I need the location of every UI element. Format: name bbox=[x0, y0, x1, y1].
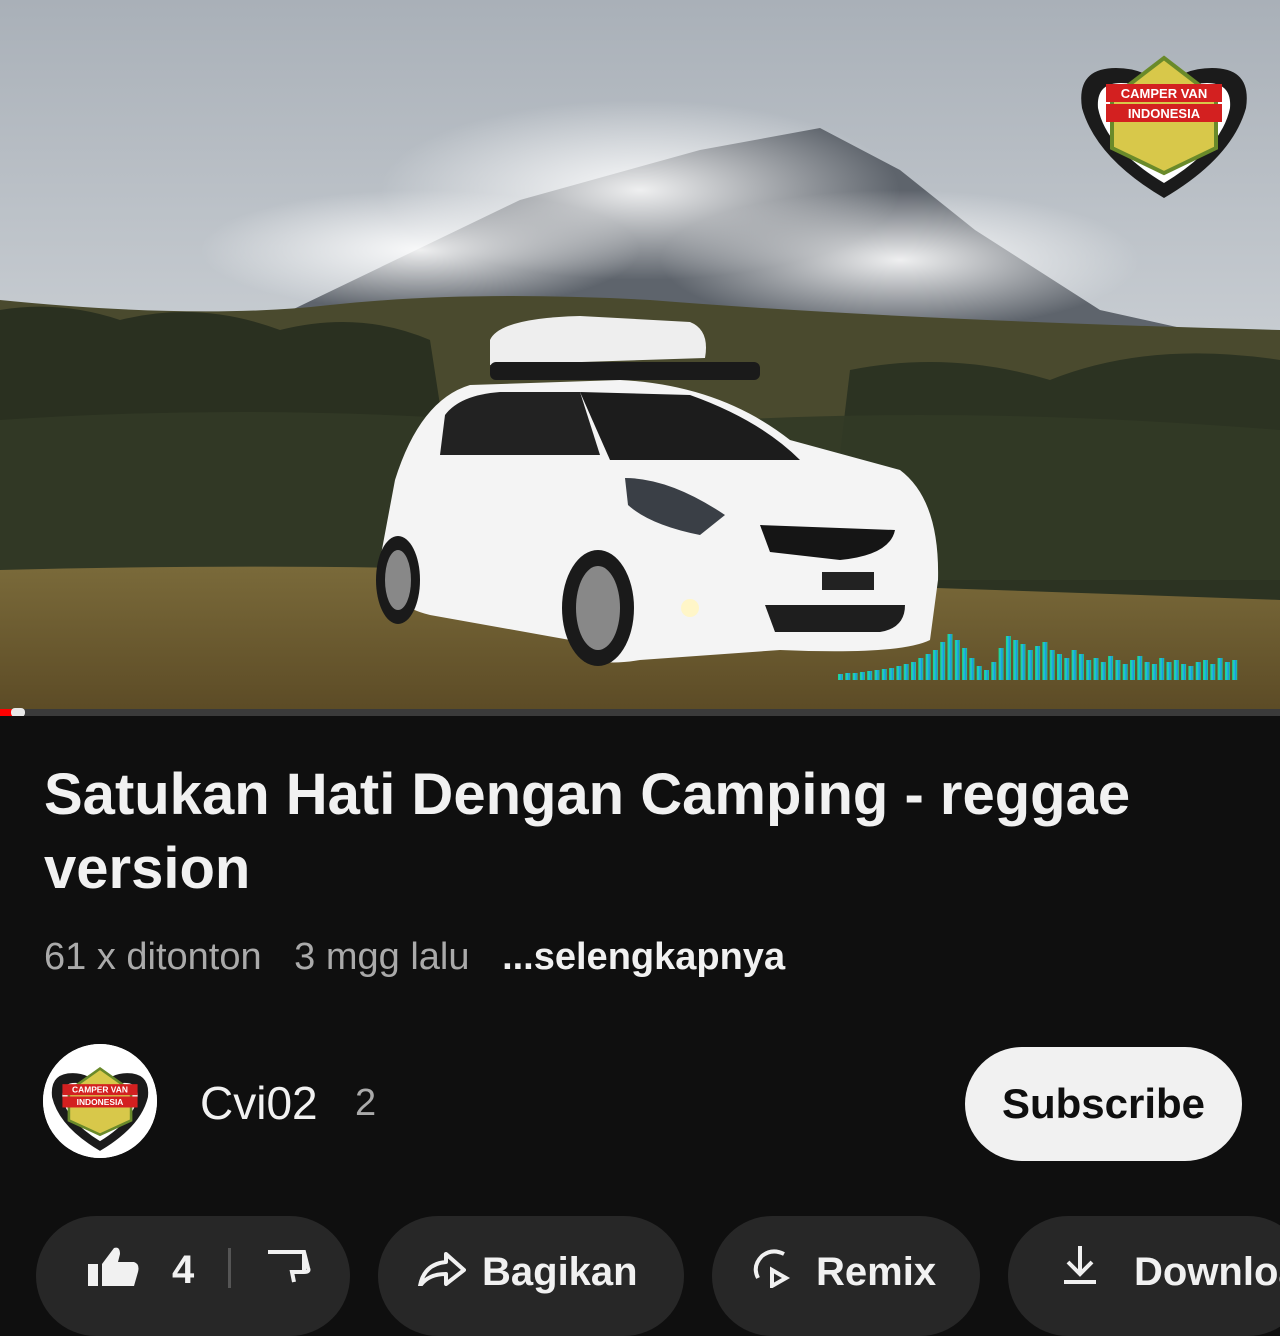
channel-watermark-logo: CAMPER VAN INDONESIA bbox=[1081, 55, 1247, 198]
video-player[interactable]: CAMPER VAN INDONESIA bbox=[0, 0, 1280, 716]
download-label: Download bbox=[1134, 1250, 1280, 1294]
visualizer-bar bbox=[976, 666, 982, 680]
svg-text:CAMPER VAN: CAMPER VAN bbox=[72, 1085, 128, 1095]
visualizer-bar bbox=[962, 648, 968, 680]
visualizer-bar bbox=[1224, 662, 1230, 680]
visualizer-bar bbox=[1115, 660, 1121, 680]
visualizer-bar bbox=[896, 666, 902, 680]
visualizer-bar bbox=[903, 664, 909, 680]
visualizer-bar bbox=[881, 669, 887, 680]
like-count: 4 bbox=[172, 1248, 195, 1292]
svg-text:CAMPER VAN: CAMPER VAN bbox=[1121, 86, 1207, 101]
visualizer-bar bbox=[1020, 644, 1026, 680]
visualizer-bar bbox=[1232, 660, 1238, 680]
visualizer-bar bbox=[984, 670, 989, 680]
visualizer-bar bbox=[1042, 642, 1048, 680]
visualizer-bar bbox=[932, 650, 938, 680]
visualizer-bar bbox=[1159, 658, 1165, 680]
video-title[interactable]: Satukan Hati Dengan Camping - reggae ver… bbox=[44, 758, 1224, 906]
download-icon bbox=[1064, 1246, 1096, 1284]
remix-label: Remix bbox=[816, 1250, 937, 1294]
visualizer-bar bbox=[1122, 664, 1128, 680]
visualizer-bar bbox=[1005, 636, 1011, 680]
visualizer-bar bbox=[1166, 662, 1172, 680]
upload-age: 3 mgg lalu bbox=[294, 936, 470, 978]
progress-bar[interactable] bbox=[0, 708, 1280, 716]
subscriber-count: 2 bbox=[355, 1082, 377, 1124]
visualizer-bar bbox=[859, 672, 865, 680]
visualizer-bar bbox=[867, 671, 873, 680]
visualizer-bar bbox=[1210, 664, 1216, 680]
visualizer-bar bbox=[1203, 660, 1208, 680]
visualizer-bar bbox=[947, 634, 953, 680]
like-icon[interactable] bbox=[84, 1246, 140, 1286]
visualizer-bar bbox=[1071, 650, 1077, 680]
visualizer-bar bbox=[1064, 658, 1070, 680]
visualizer-bar bbox=[1093, 658, 1099, 680]
visualizer-bar bbox=[1130, 660, 1135, 680]
visualizer-bar bbox=[940, 642, 946, 680]
share-label: Bagikan bbox=[482, 1250, 638, 1294]
visualizer-bar bbox=[1027, 650, 1033, 680]
share-icon bbox=[418, 1252, 466, 1286]
visualizer-bar bbox=[874, 670, 880, 680]
visualizer-bar bbox=[1181, 664, 1187, 680]
visualizer-bar bbox=[845, 673, 851, 680]
visualizer-bar bbox=[852, 673, 858, 680]
video-metadata[interactable]: 61 x ditonton 3 mgg lalu ...selengkapnya bbox=[44, 936, 807, 979]
visualizer-bar bbox=[1035, 646, 1041, 680]
visualizer-bar bbox=[969, 658, 975, 680]
channel-name[interactable]: Cvi02 bbox=[200, 1076, 318, 1130]
visualizer-bar bbox=[1086, 660, 1092, 680]
visualizer-bar bbox=[889, 668, 895, 680]
subscribe-button[interactable]: Subscribe bbox=[965, 1047, 1242, 1161]
visualizer-bar bbox=[925, 654, 931, 680]
visualizer-bar bbox=[1049, 650, 1055, 680]
visualizer-bar bbox=[1100, 662, 1106, 680]
visualizer-bar bbox=[1013, 640, 1019, 680]
visualizer-bar bbox=[954, 640, 960, 680]
svg-text:INDONESIA: INDONESIA bbox=[77, 1097, 124, 1107]
visualizer-bar bbox=[1188, 666, 1194, 680]
visualizer-bar bbox=[1173, 660, 1179, 680]
visualizer-bar bbox=[1217, 658, 1223, 680]
visualizer-bar bbox=[911, 662, 916, 680]
visualizer-bar bbox=[991, 662, 997, 680]
visualizer-bar bbox=[838, 674, 843, 680]
visualizer-bar bbox=[1057, 654, 1062, 680]
svg-text:INDONESIA: INDONESIA bbox=[1128, 106, 1201, 121]
dislike-icon[interactable] bbox=[264, 1250, 316, 1286]
show-more-link[interactable]: ...selengkapnya bbox=[502, 936, 785, 978]
visualizer-bar bbox=[1108, 656, 1114, 680]
visualizer-bar bbox=[1137, 656, 1143, 680]
visualizer-bar bbox=[998, 648, 1004, 680]
visualizer-bar bbox=[1195, 662, 1201, 680]
channel-logo-icon: CAMPER VAN INDONESIA bbox=[43, 1044, 157, 1158]
like-divider bbox=[228, 1248, 231, 1288]
progress-scrubber[interactable] bbox=[11, 708, 25, 716]
visualizer-bar bbox=[1151, 664, 1157, 680]
visualizer-bar bbox=[918, 658, 924, 680]
visualizer-bar bbox=[1144, 662, 1150, 680]
channel-avatar[interactable]: CAMPER VAN INDONESIA bbox=[43, 1044, 157, 1158]
remix-icon bbox=[753, 1249, 791, 1288]
visualizer-bar bbox=[1078, 654, 1084, 680]
view-count: 61 x ditonton bbox=[44, 936, 262, 978]
